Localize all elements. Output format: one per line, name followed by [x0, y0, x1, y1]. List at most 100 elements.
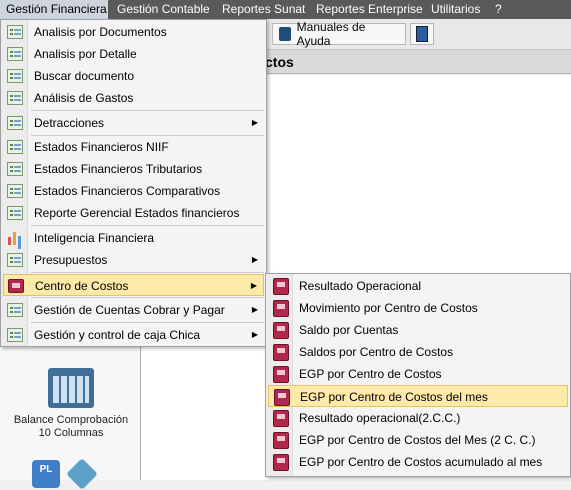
document-list-icon — [7, 69, 23, 83]
menu-separator — [31, 322, 264, 323]
submenu-arrow-icon: ▶ — [251, 305, 258, 314]
menu-item-label: Estados Financieros Comparativos — [34, 184, 221, 198]
book-icon — [273, 344, 289, 361]
menu-item-presupuestos[interactable]: Presupuestos ▶ — [3, 249, 264, 271]
menu-item-label: Centro de Costos — [35, 279, 129, 293]
book-icon — [273, 432, 289, 449]
manual-book-icon — [279, 27, 291, 41]
menu-item-label: Inteligencia Financiera — [34, 231, 155, 245]
submenu-arrow-icon: ▶ — [251, 255, 258, 264]
manuales-label: Manuales de Ayuda — [296, 20, 366, 48]
book-icon — [273, 278, 289, 295]
menu-gestion-contable[interactable]: Gestión Contable — [117, 0, 210, 19]
menu-item-label: Analisis por Detalle — [34, 47, 137, 61]
document-list-icon — [7, 253, 23, 267]
menu-separator — [31, 110, 264, 111]
manuales-de-ayuda-button[interactable]: Manuales de Ayuda — [272, 20, 406, 48]
menu-separator — [31, 225, 264, 226]
submenu-item-egp-acumulado-mes[interactable]: EGP por Centro de Costos acumulado al me… — [268, 451, 568, 473]
menu-item-label: Saldo por Cuentas — [299, 323, 399, 337]
menu-item-reporte-gerencial[interactable]: Reporte Gerencial Estados financieros — [3, 202, 264, 224]
book-icon — [8, 279, 24, 293]
book-icon — [274, 389, 290, 406]
document-list-icon — [7, 140, 23, 154]
menu-item-label: EGP por Centro de Costos del Mes (2 C. C… — [299, 433, 536, 447]
menu-item-cuentas-cobrar-pagar[interactable]: Gestión de Cuentas Cobrar y Pagar ▶ — [3, 299, 264, 321]
menu-separator — [31, 272, 264, 273]
centro-de-costos-submenu: Resultado Operacional Movimiento por Cen… — [265, 273, 571, 477]
menu-item-estados-comparativos[interactable]: Estados Financieros Comparativos — [3, 180, 264, 202]
left-shortcut-pane: Balance Comprobación 10 Columnas PL — [0, 340, 141, 490]
submenu-item-saldos-centro-costos[interactable]: Saldos por Centro de Costos — [268, 341, 568, 363]
menu-reportes-enterprise[interactable]: Reportes Enterprise — [316, 0, 423, 19]
menu-item-estados-niif[interactable]: Estados Financieros NIIF — [3, 136, 264, 158]
menu-item-label: Detracciones — [34, 116, 105, 130]
exit-door-icon — [416, 26, 428, 42]
menu-separator — [31, 297, 264, 298]
document-list-icon — [7, 328, 23, 342]
book-icon — [273, 322, 289, 339]
submenu-item-egp-centro-costos-mes[interactable]: EGP por Centro de Costos del mes — [268, 385, 568, 407]
pl-tile[interactable]: PL — [30, 458, 110, 490]
book-icon — [273, 300, 289, 317]
menu-item-label: EGP por Centro de Costos — [299, 367, 442, 381]
panel-title: ctos — [265, 54, 294, 70]
document-list-icon — [7, 91, 23, 105]
menu-item-inteligencia-financiera[interactable]: Inteligencia Financiera — [3, 227, 264, 249]
document-list-icon — [7, 116, 23, 130]
menu-item-analisis-documentos[interactable]: Analisis por Documentos — [3, 21, 264, 43]
book-icon — [273, 454, 289, 471]
submenu-item-movimiento-centro-costos[interactable]: Movimiento por Centro de Costos — [268, 297, 568, 319]
document-list-icon — [7, 47, 23, 61]
menu-help[interactable]: ? — [495, 0, 502, 19]
gestion-financiera-menu: Analisis por Documentos Analisis por Det… — [0, 19, 267, 347]
balance-comprobacion-tile[interactable]: Balance Comprobación 10 Columnas — [8, 362, 134, 452]
submenu-item-saldo-cuentas[interactable]: Saldo por Cuentas — [268, 319, 568, 341]
menu-item-buscar-documento[interactable]: Buscar documento — [3, 65, 264, 87]
menu-item-label: Analisis por Documentos — [34, 25, 167, 39]
menu-item-label: Presupuestos — [34, 253, 108, 267]
menu-item-label: EGP por Centro de Costos del mes — [300, 390, 488, 404]
menu-utilitarios[interactable]: Utilitarios — [431, 0, 480, 19]
submenu-arrow-icon: ▶ — [250, 281, 257, 290]
submenu-arrow-icon: ▶ — [251, 118, 258, 127]
diamond-icon — [66, 458, 98, 490]
menu-item-label: Resultado operacional(2.C.C.) — [299, 411, 461, 425]
menu-item-centro-de-costos[interactable]: Centro de Costos ▶ — [3, 274, 264, 296]
menu-item-analisis-detalle[interactable]: Analisis por Detalle — [3, 43, 264, 65]
submenu-item-resultado-operacional[interactable]: Resultado Operacional — [268, 275, 568, 297]
menu-item-label: Estados Financieros Tributarios — [34, 162, 203, 176]
document-list-icon — [7, 184, 23, 198]
menu-item-label: Gestión de Cuentas Cobrar y Pagar — [34, 303, 225, 317]
book-icon — [273, 410, 289, 427]
submenu-arrow-icon: ▶ — [251, 330, 258, 339]
document-list-icon — [7, 206, 23, 220]
book-icon — [273, 366, 289, 383]
submenu-item-resultado-operacional-2cc[interactable]: Resultado operacional(2.C.C.) — [268, 407, 568, 429]
menu-item-label: Gestión y control de caja Chica — [34, 328, 201, 342]
menu-item-estados-tributarios[interactable]: Estados Financieros Tributarios — [3, 158, 264, 180]
pl-icon: PL — [32, 460, 60, 488]
menu-gestion-financiera[interactable]: Gestión Financiera — [0, 0, 108, 19]
spreadsheet-icon — [48, 368, 94, 408]
bar-chart-icon — [7, 231, 23, 245]
menu-item-detracciones[interactable]: Detracciones ▶ — [3, 112, 264, 134]
menu-item-label: Resultado Operacional — [299, 279, 422, 293]
menu-item-label: Saldos por Centro de Costos — [299, 345, 454, 359]
menu-item-caja-chica[interactable]: Gestión y control de caja Chica ▶ — [3, 324, 264, 346]
menu-bar: Gestión Financiera Gestión Contable Repo… — [0, 0, 571, 19]
menu-item-analisis-gastos[interactable]: Análisis de Gastos — [3, 87, 264, 109]
menu-item-label: EGP por Centro de Costos acumulado al me… — [299, 455, 543, 469]
exit-button[interactable] — [410, 23, 434, 45]
menu-item-label: Análisis de Gastos — [34, 91, 134, 105]
document-list-icon — [7, 25, 23, 39]
submenu-item-egp-mes-2cc[interactable]: EGP por Centro de Costos del Mes (2 C. C… — [268, 429, 568, 451]
menu-item-label: Movimiento por Centro de Costos — [299, 301, 478, 315]
document-list-icon — [7, 303, 23, 317]
document-list-icon — [7, 162, 23, 176]
menu-reportes-sunat[interactable]: Reportes Sunat — [222, 0, 305, 19]
submenu-item-egp-centro-costos[interactable]: EGP por Centro de Costos — [268, 363, 568, 385]
menu-item-label: Estados Financieros NIIF — [34, 140, 169, 154]
menu-item-label: Buscar documento — [34, 69, 135, 83]
balance-tile-label: Balance Comprobación 10 Columnas — [13, 414, 129, 439]
